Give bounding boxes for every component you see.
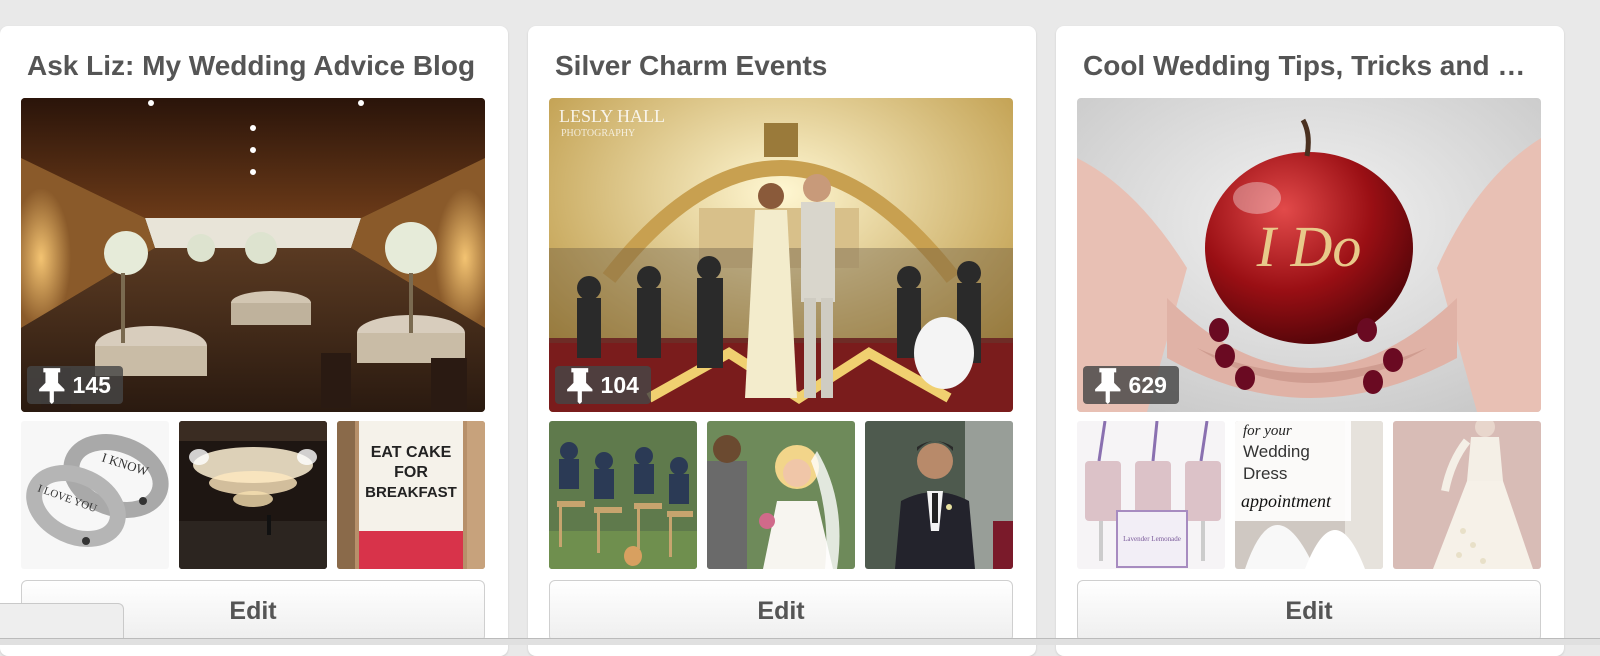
ceremony-photo (549, 421, 697, 569)
thumbnail-wedding-dress[interactable] (1393, 421, 1541, 569)
pin-count-badge: 629 (1083, 366, 1179, 404)
watermark-line-2: PHOTOGRAPHY (561, 128, 635, 139)
pin-count-value: 104 (600, 371, 639, 398)
thumbnail-groom[interactable] (865, 421, 1013, 569)
edit-board-button[interactable]: Edit (1077, 580, 1541, 642)
dress-appointment-photo: for your Wedding Dress appointment (1235, 421, 1383, 569)
board-thumbnails: Lavender Lemonade for your Wedding Dress… (1077, 421, 1541, 569)
board-thumbnails: I KNOW I LOVE YOU EAT CAKE FOR BREAKFAST (21, 421, 485, 569)
chandelier-photo (179, 421, 327, 569)
board-cover-image[interactable]: 145 (21, 98, 485, 412)
dress-text-3: Dress (1243, 464, 1287, 483)
pushpin-icon (1095, 368, 1121, 404)
thumbnail-chandelier[interactable] (179, 421, 327, 569)
lemonade-photo: Lavender Lemonade (1077, 421, 1225, 569)
thumbnail-eat-cake-sign[interactable]: EAT CAKE FOR BREAKFAST (337, 421, 485, 569)
rings-photo: I KNOW I LOVE YOU (21, 421, 169, 569)
sign-photo: EAT CAKE FOR BREAKFAST (337, 421, 485, 569)
pin-count-value: 145 (72, 371, 111, 398)
thumbnail-ceremony[interactable] (549, 421, 697, 569)
thumbnail-bride[interactable] (707, 421, 855, 569)
pin-count-value: 629 (1128, 371, 1167, 398)
board-title[interactable]: Cool Wedding Tips, Tricks and Ideas (1083, 48, 1533, 84)
thumbnail-rings[interactable]: I KNOW I LOVE YOU (21, 421, 169, 569)
wedding-dance-photo: LESLY HALL PHOTOGRAPHY (549, 98, 1013, 412)
pin-count-badge: 104 (555, 366, 651, 404)
edit-board-button[interactable]: Edit (549, 580, 1013, 642)
pin-count-badge: 145 (27, 366, 123, 404)
board-thumbnails (549, 421, 1013, 569)
board-cover-image[interactable]: LESLY HALL PHOTOGRAPHY 104 (549, 98, 1013, 412)
watermark-line-1: LESLY HALL (559, 106, 665, 126)
dress-text-1: for your (1243, 423, 1292, 439)
board-title[interactable]: Ask Liz: My Wedding Advice Blog (27, 48, 477, 84)
pushpin-icon (567, 368, 593, 404)
bride-photo (707, 421, 855, 569)
sign-line-2: FOR (394, 464, 428, 481)
board-card-silver-charm[interactable]: Silver Charm Events LESLY HALL PHOTOGRAP… (528, 26, 1036, 656)
groom-photo (865, 421, 1013, 569)
sign-line-1: EAT CAKE (371, 444, 452, 461)
apple-hands-photo: I Do (1077, 98, 1541, 412)
ballroom-photo (21, 98, 485, 412)
board-cover-image[interactable]: I Do 629 (1077, 98, 1541, 412)
board-card-cool-wedding-tips[interactable]: Cool Wedding Tips, Tricks and Ideas I Do… (1056, 26, 1564, 656)
wedding-dress-photo (1393, 421, 1541, 569)
dress-text-2: Wedding (1243, 442, 1310, 461)
apple-engraving: I Do (1256, 214, 1362, 279)
lemonade-card-text: Lavender Lemonade (1123, 535, 1181, 543)
thumbnail-dress-appointment[interactable]: for your Wedding Dress appointment (1235, 421, 1383, 569)
thumbnail-lavender-lemonade[interactable]: Lavender Lemonade (1077, 421, 1225, 569)
dress-text-4: appointment (1241, 491, 1332, 511)
board-title[interactable]: Silver Charm Events (555, 48, 1005, 84)
pushpin-icon (39, 368, 65, 404)
board-card-ask-liz[interactable]: Ask Liz: My Wedding Advice Blog 145 I KN… (0, 26, 508, 656)
sign-line-3: BREAKFAST (365, 484, 457, 501)
